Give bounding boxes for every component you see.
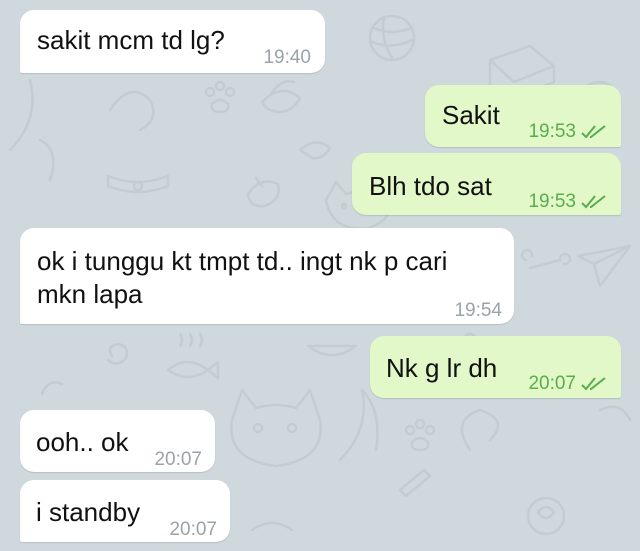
message-meta: 19:53 — [528, 115, 607, 148]
message-text: i standby — [36, 497, 141, 527]
message-time: 20:07 — [154, 449, 202, 470]
message-text: Sakit — [442, 100, 500, 130]
message-text: Blh tdo sat — [369, 171, 492, 201]
message-text: ooh.. ok — [36, 427, 129, 457]
read-double-check-icon — [581, 124, 606, 138]
read-double-check-icon — [581, 376, 606, 390]
message-meta: 20:07 — [528, 367, 607, 400]
message-bubble-incoming[interactable]: i standby 20:07 — [20, 480, 230, 542]
message-bubble-incoming[interactable]: sakit mcm td lg? 19:40 — [20, 10, 325, 73]
message-bubble-outgoing[interactable]: Blh tdo sat 19:53 — [352, 153, 621, 215]
message-time: 20:07 — [169, 519, 217, 540]
message-time: 19:54 — [454, 300, 502, 321]
message-meta: 19:53 — [528, 185, 607, 218]
message-time: 20:07 — [528, 373, 576, 394]
message-meta: 19:54 — [454, 294, 502, 327]
message-bubble-incoming[interactable]: ok i tunggu kt tmpt td.. ingt nk p cari … — [20, 228, 514, 324]
message-bubble-outgoing[interactable]: Nk g lr dh 20:07 — [370, 336, 621, 398]
message-time: 19:53 — [528, 121, 576, 142]
message-bubble-outgoing[interactable]: Sakit 19:53 — [425, 85, 621, 147]
message-meta: 19:40 — [263, 41, 311, 74]
message-meta: 20:07 — [154, 443, 202, 476]
read-double-check-icon — [581, 194, 606, 208]
message-text: ok i tunggu kt tmpt td.. ingt nk p cari … — [37, 246, 448, 309]
message-bubble-incoming[interactable]: ooh.. ok 20:07 — [20, 410, 215, 472]
message-meta: 20:07 — [169, 513, 217, 546]
message-time: 19:53 — [528, 191, 576, 212]
message-time: 19:40 — [263, 47, 311, 68]
message-text: sakit mcm td lg? — [37, 25, 225, 55]
message-text: Nk g lr dh — [386, 353, 498, 383]
